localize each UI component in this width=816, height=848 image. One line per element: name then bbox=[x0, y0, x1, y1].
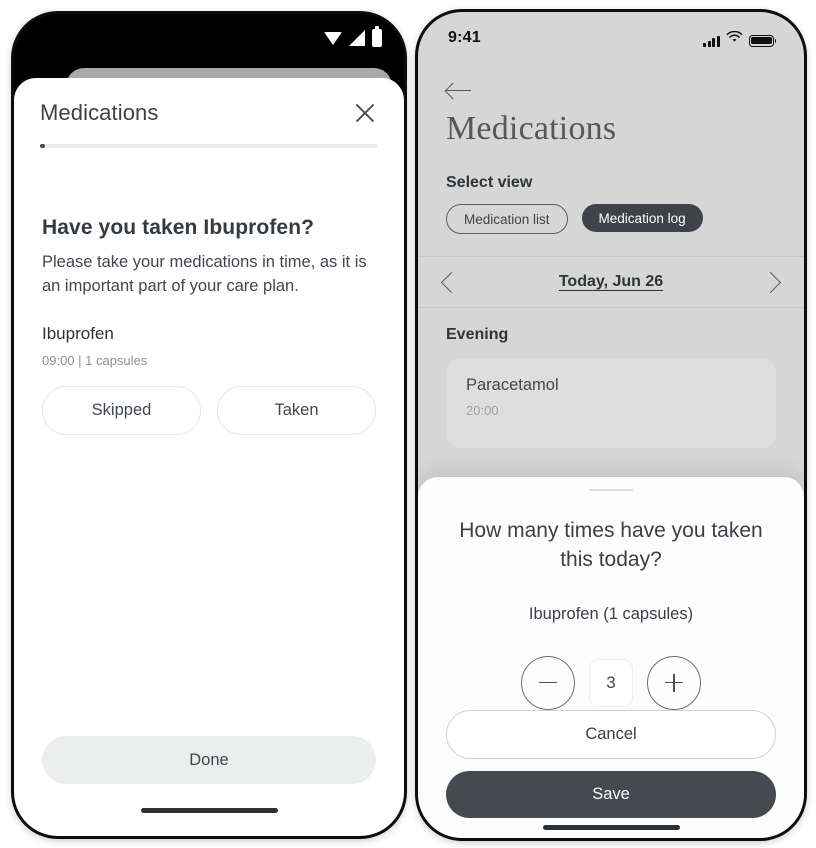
taken-button[interactable]: Taken bbox=[217, 386, 376, 436]
battery-icon bbox=[372, 26, 382, 47]
select-view-label: Select view bbox=[446, 174, 533, 191]
current-date-label[interactable]: Today, Jun 26 bbox=[559, 273, 663, 291]
medication-meta: 09:00 | 1 capsules bbox=[42, 353, 148, 369]
date-navigation: Today, Jun 26 bbox=[418, 256, 804, 308]
cellular-icon bbox=[703, 35, 720, 47]
android-status-bar bbox=[14, 14, 404, 62]
quantity-stepper: 3 bbox=[521, 655, 701, 710]
ios-home-indicator-area bbox=[418, 818, 804, 838]
chevron-left-icon[interactable] bbox=[440, 271, 463, 293]
skipped-button[interactable]: Skipped bbox=[42, 386, 201, 436]
medication-name: Ibuprofen bbox=[42, 324, 114, 344]
done-button[interactable]: Done bbox=[42, 736, 376, 784]
battery-icon bbox=[749, 34, 777, 47]
medication-card-meta: 20:00 bbox=[466, 403, 499, 418]
cancel-button[interactable]: Cancel bbox=[446, 709, 776, 759]
phone-right: 9:41 Medications Select view Medication … bbox=[418, 12, 804, 838]
android-screen: Medications Have you taken Ibuprofen? Pl… bbox=[14, 14, 404, 836]
tab-medication-list[interactable]: Medication list bbox=[446, 204, 568, 234]
medication-card[interactable]: Paracetamol 20:00 bbox=[446, 358, 776, 448]
phone-left: Medications Have you taken Ibuprofen? Pl… bbox=[14, 14, 404, 836]
bottom-sheet-medication: Ibuprofen (1 capsules) bbox=[528, 604, 694, 623]
ios-content: Medications Select view Medication list … bbox=[418, 64, 804, 838]
sheet-body: Have you taken Ibuprofen? Please take yo… bbox=[14, 148, 404, 736]
bottom-sheet-question: How many times have you taken this today… bbox=[459, 518, 763, 571]
ios-screen: 9:41 Medications Select view Medication … bbox=[418, 12, 804, 838]
close-icon[interactable] bbox=[352, 100, 378, 126]
sheet-footer: Done bbox=[14, 736, 404, 784]
home-indicator[interactable] bbox=[542, 825, 680, 831]
bottom-sheet: How many times have you taken this today… bbox=[418, 477, 804, 838]
medication-card-name: Paracetamol bbox=[466, 376, 559, 394]
page-title: Medications bbox=[446, 110, 617, 147]
status-bar-time: 9:41 bbox=[448, 29, 481, 46]
save-button[interactable]: Save bbox=[446, 770, 776, 818]
minus-icon[interactable] bbox=[521, 655, 575, 710]
progress-bar bbox=[40, 144, 378, 148]
home-indicator[interactable] bbox=[140, 807, 278, 813]
progress-bar-fill bbox=[40, 144, 45, 148]
medication-sheet: Medications Have you taken Ibuprofen? Pl… bbox=[14, 78, 404, 836]
chevron-right-icon[interactable] bbox=[759, 271, 782, 293]
status-bar-icons bbox=[703, 30, 777, 48]
wifi-icon bbox=[324, 31, 342, 45]
question-title: Have you taken Ibuprofen? bbox=[42, 216, 315, 239]
sheet-header: Medications bbox=[14, 78, 404, 126]
signal-icon bbox=[349, 30, 365, 46]
quantity-value[interactable]: 3 bbox=[589, 658, 633, 707]
drag-handle[interactable] bbox=[589, 489, 633, 491]
tab-medication-log[interactable]: Medication log bbox=[581, 204, 703, 232]
section-heading-evening: Evening bbox=[446, 326, 509, 343]
sheet-title: Medications bbox=[40, 100, 159, 125]
wifi-icon bbox=[726, 30, 743, 48]
question-subtitle: Please take your medications in time, as… bbox=[42, 253, 367, 296]
android-home-indicator-area bbox=[14, 784, 404, 836]
back-arrow-icon[interactable] bbox=[446, 80, 472, 100]
ios-status-bar: 9:41 bbox=[418, 12, 804, 64]
view-toggle-group: Medication list Medication log bbox=[446, 204, 804, 234]
choice-row: Skipped Taken bbox=[42, 386, 376, 436]
bottom-sheet-actions: Cancel Save bbox=[418, 709, 804, 818]
plus-icon[interactable] bbox=[647, 655, 701, 710]
screenshot-stage: Medications Have you taken Ibuprofen? Pl… bbox=[0, 0, 816, 848]
